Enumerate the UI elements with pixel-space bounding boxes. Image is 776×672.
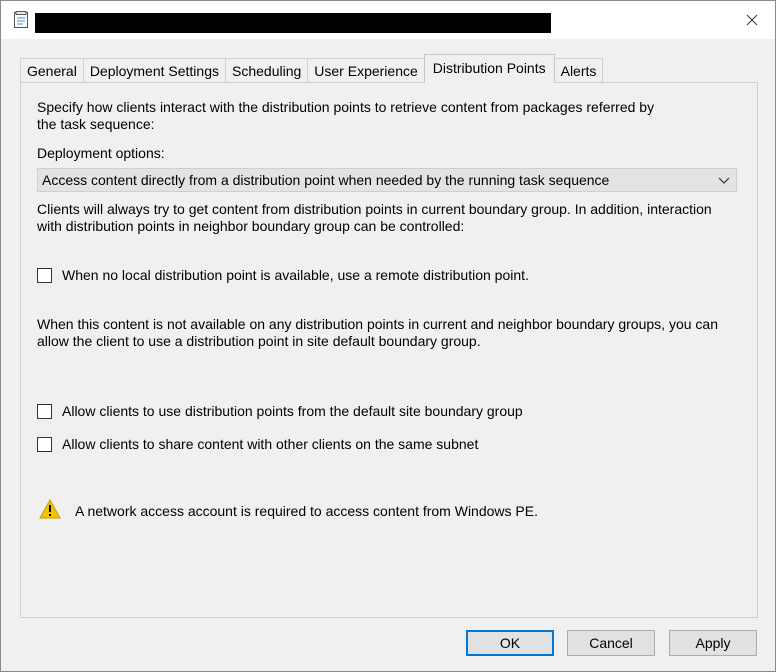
close-icon: [746, 14, 758, 26]
window-title: [35, 13, 551, 33]
tab-alerts[interactable]: Alerts: [553, 58, 604, 83]
tab-general[interactable]: General: [20, 58, 84, 83]
default-group-checkbox[interactable]: [37, 403, 52, 419]
deployment-options-dropdown[interactable]: Access content directly from a distribut…: [37, 168, 737, 192]
tab-deployment-settings[interactable]: Deployment Settings: [82, 58, 226, 83]
default-group-text: When this content is not available on an…: [37, 316, 718, 349]
tab-strip: General Deployment Settings Scheduling U…: [20, 54, 604, 83]
warning-text: A network access account is required to …: [75, 502, 538, 519]
tab-scheduling[interactable]: Scheduling: [225, 58, 309, 83]
remote-dp-option[interactable]: When no local distribution point is avai…: [37, 267, 529, 283]
warning-icon: [39, 498, 61, 522]
boundary-group-text: Clients will always try to get content f…: [37, 201, 712, 234]
remote-dp-checkbox[interactable]: [37, 267, 52, 283]
default-group-label: Allow clients to use distribution points…: [62, 403, 523, 419]
remote-dp-label: When no local distribution point is avai…: [62, 267, 529, 283]
tab-user-experience[interactable]: User Experience: [307, 58, 425, 83]
close-button[interactable]: [729, 1, 775, 39]
share-content-label: Allow clients to share content with othe…: [62, 436, 479, 452]
properties-document-icon: [13, 11, 29, 29]
share-content-option[interactable]: Allow clients to share content with othe…: [37, 436, 478, 452]
distribution-points-panel: Specify how clients interact with the di…: [20, 82, 758, 618]
cancel-button[interactable]: Cancel: [567, 630, 655, 656]
ok-button[interactable]: OK: [466, 630, 554, 656]
share-content-checkbox[interactable]: [37, 436, 52, 452]
chevron-down-icon: [718, 169, 730, 197]
deployment-options-value: Access content directly from a distribut…: [42, 172, 610, 188]
warning-message: A network access account is required to …: [39, 498, 538, 522]
properties-dialog: General Deployment Settings Scheduling U…: [0, 0, 776, 672]
deployment-options-label: Deployment options:: [37, 145, 165, 161]
title-bar[interactable]: [1, 1, 775, 39]
default-group-option[interactable]: Allow clients to use distribution points…: [37, 403, 523, 419]
apply-button[interactable]: Apply: [669, 630, 757, 656]
tab-distribution-points[interactable]: Distribution Points: [423, 54, 555, 83]
intro-text: Specify how clients interact with the di…: [37, 99, 655, 132]
